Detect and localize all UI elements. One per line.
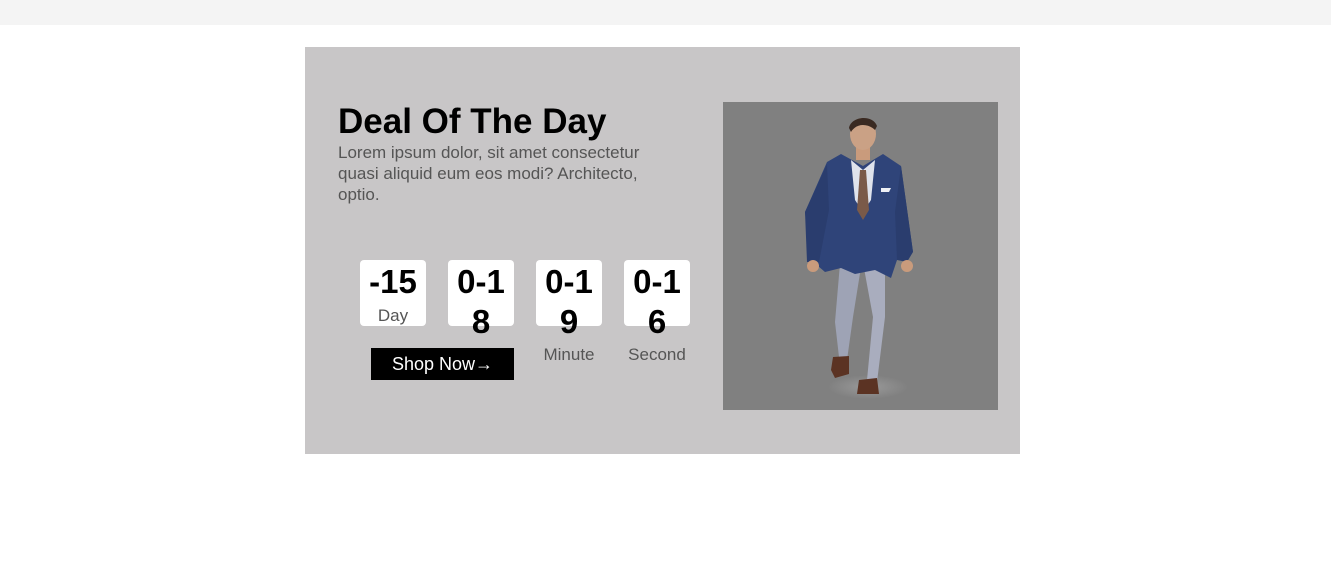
countdown-hour-box: 0-18 — [448, 260, 514, 340]
deal-description: Lorem ipsum dolor, sit amet consectetur … — [338, 143, 640, 204]
countdown-minute-value: 0-19 — [545, 263, 593, 340]
countdown-day-label: Day — [377, 306, 409, 325]
man-in-suit-illustration — [805, 117, 913, 399]
countdown-hour-value: 0-18 — [457, 263, 505, 340]
countdown-second-value: 0-16 — [633, 263, 681, 340]
countdown-day-box: -15 Day — [360, 260, 426, 326]
top-bar — [0, 0, 1331, 25]
countdown-second-box: 0-16 — [624, 260, 690, 340]
countdown-second-label: Second — [628, 345, 686, 364]
countdown-minute-box: 0-19 — [536, 260, 602, 340]
shop-now-button[interactable]: Shop Now→ — [371, 348, 514, 380]
countdown-day-value: -15 — [369, 263, 417, 300]
deal-of-the-day-card: Deal Of The Day Lorem ipsum dolor, sit a… — [305, 47, 1020, 454]
countdown-minute-label: Minute — [543, 345, 595, 364]
deal-title: Deal Of The Day — [338, 102, 607, 141]
product-image — [723, 102, 998, 410]
